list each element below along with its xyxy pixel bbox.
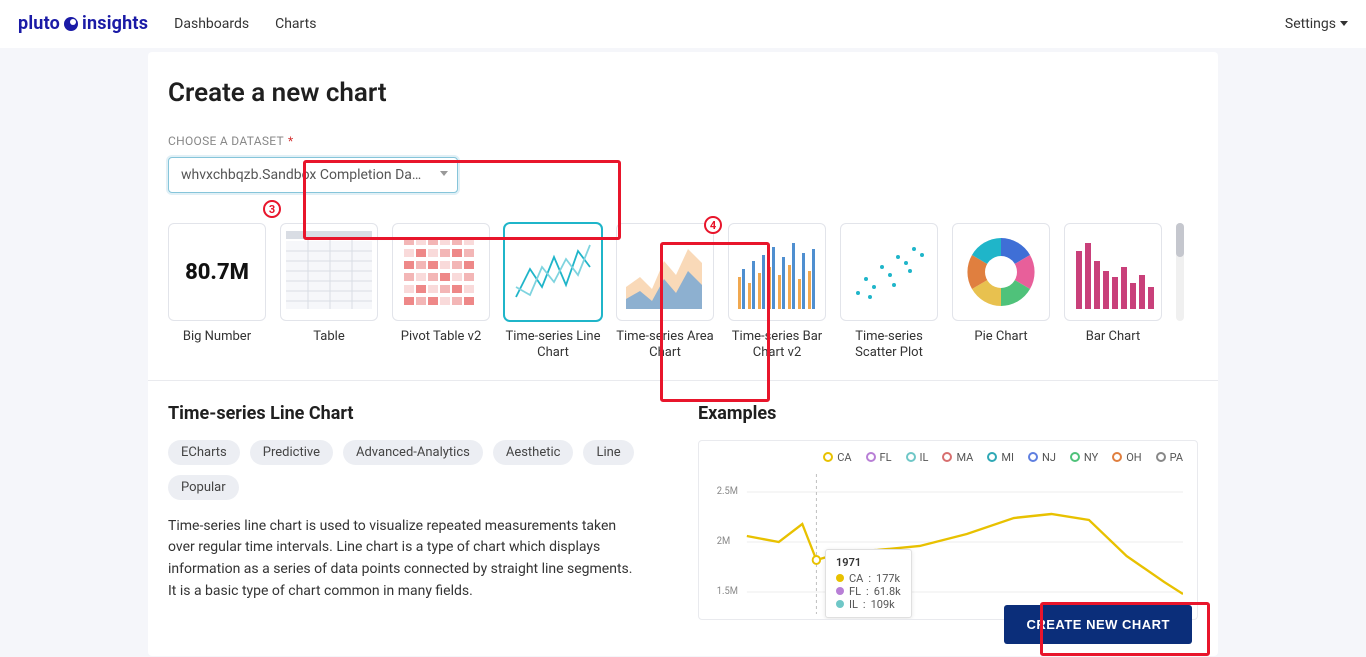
create-new-chart-button[interactable]: CREATE NEW CHART bbox=[1004, 605, 1192, 644]
svg-text:1.5M: 1.5M bbox=[717, 585, 738, 596]
bar-chart-icon bbox=[732, 227, 822, 317]
tag[interactable]: Line bbox=[583, 440, 633, 465]
chart-type-line-chart[interactable]: Time-series Line Chart bbox=[504, 223, 602, 362]
tag[interactable]: Advanced-Analytics bbox=[343, 440, 483, 465]
chart-type-detail: Time-series Line Chart ECharts Predictiv… bbox=[168, 403, 638, 620]
chart-type-bar[interactable]: Bar Chart bbox=[1064, 223, 1162, 362]
legend-item[interactable]: NJ bbox=[1028, 451, 1056, 464]
svg-text:2.5M: 2.5M bbox=[717, 485, 738, 496]
chart-type-scrollbar[interactable] bbox=[1176, 223, 1184, 321]
chevron-down-icon bbox=[440, 171, 448, 176]
dataset-label: CHOOSE A DATASET bbox=[168, 134, 284, 148]
legend-item[interactable]: CA bbox=[823, 451, 851, 464]
line-chart-icon bbox=[508, 227, 598, 317]
dataset-select[interactable]: whvxchbqzb.Sandbox Completion Dat... bbox=[168, 157, 458, 193]
chevron-down-icon bbox=[1340, 21, 1348, 26]
required-asterisk: * bbox=[288, 134, 293, 148]
legend-item[interactable]: OH bbox=[1112, 451, 1141, 464]
nav-settings[interactable]: Settings bbox=[1285, 16, 1348, 32]
detail-title: Time-series Line Chart bbox=[168, 403, 638, 424]
big-number-value: 80.7M bbox=[185, 260, 249, 285]
chart-type-bar-chart-ts[interactable]: Time-series Bar Chart v2 bbox=[728, 223, 826, 362]
annotation-badge-3: 3 bbox=[263, 200, 281, 218]
chart-type-pivot-table[interactable]: Pivot Table v2 bbox=[392, 223, 490, 362]
create-chart-panel: Create a new chart CHOOSE A DATASET * wh… bbox=[148, 52, 1218, 656]
example-legend: CA FL IL MA MI NJ NY OH PA bbox=[713, 451, 1183, 464]
chart-type-pie[interactable]: Pie Chart bbox=[952, 223, 1050, 362]
top-nav: pluto insights Dashboards Charts Setting… bbox=[0, 0, 1366, 48]
page-title: Create a new chart bbox=[168, 78, 1198, 108]
legend-item[interactable]: FL bbox=[866, 451, 892, 464]
nav-charts[interactable]: Charts bbox=[275, 16, 316, 32]
tag[interactable]: ECharts bbox=[168, 440, 240, 465]
example-chart: CAFLILMAMINJNYOHPA 2.5M 2M 1.5M 1971 bbox=[698, 440, 1198, 620]
brand-logo[interactable]: pluto insights bbox=[18, 13, 148, 34]
tag[interactable]: Popular bbox=[168, 475, 239, 500]
table-icon bbox=[284, 227, 374, 317]
logo-dot-icon bbox=[64, 17, 78, 31]
detail-description: Time-series line chart is used to visual… bbox=[168, 516, 638, 603]
legend-item[interactable]: NY bbox=[1070, 451, 1098, 464]
scatter-plot-icon bbox=[844, 227, 934, 317]
chart-type-big-number[interactable]: 80.7M Big Number bbox=[168, 223, 266, 362]
pivot-table-icon bbox=[396, 227, 486, 317]
tag[interactable]: Aesthetic bbox=[493, 440, 574, 465]
example-line-plot: 2.5M 2M 1.5M bbox=[713, 464, 1183, 614]
example-tooltip: 1971 CA: 177k FL: 61.8k IL: 109k bbox=[825, 549, 912, 618]
tag[interactable]: Predictive bbox=[250, 440, 333, 465]
annotation-badge-4: 4 bbox=[704, 216, 722, 234]
dataset-field: CHOOSE A DATASET * whvxchbqzb.Sandbox Co… bbox=[168, 130, 1198, 193]
nav-dashboards[interactable]: Dashboards bbox=[174, 16, 249, 32]
examples-section: Examples CA FL IL MA MI NJ NY OH PA 2.5M 2M 1.5M bbox=[698, 403, 1198, 620]
divider bbox=[148, 380, 1218, 381]
chart-type-grid: 80.7M Big Number Table bbox=[168, 223, 1198, 362]
legend-item[interactable]: MI bbox=[987, 451, 1014, 464]
svg-text:2M: 2M bbox=[717, 535, 730, 546]
detail-tags: ECharts Predictive Advanced-Analytics Ae… bbox=[168, 440, 638, 500]
legend-item[interactable]: MA bbox=[942, 451, 973, 464]
pie-chart-icon bbox=[956, 227, 1046, 317]
chart-type-scatter[interactable]: Time-series Scatter Plot bbox=[840, 223, 938, 362]
legend-item[interactable]: PA bbox=[1156, 451, 1183, 464]
chart-type-table[interactable]: Table bbox=[280, 223, 378, 362]
area-chart-icon bbox=[620, 227, 710, 317]
examples-heading: Examples bbox=[698, 403, 1198, 424]
bar-chart-icon bbox=[1068, 227, 1158, 317]
legend-item[interactable]: IL bbox=[906, 451, 929, 464]
chart-type-area-chart[interactable]: Time-series Area Chart bbox=[616, 223, 714, 362]
